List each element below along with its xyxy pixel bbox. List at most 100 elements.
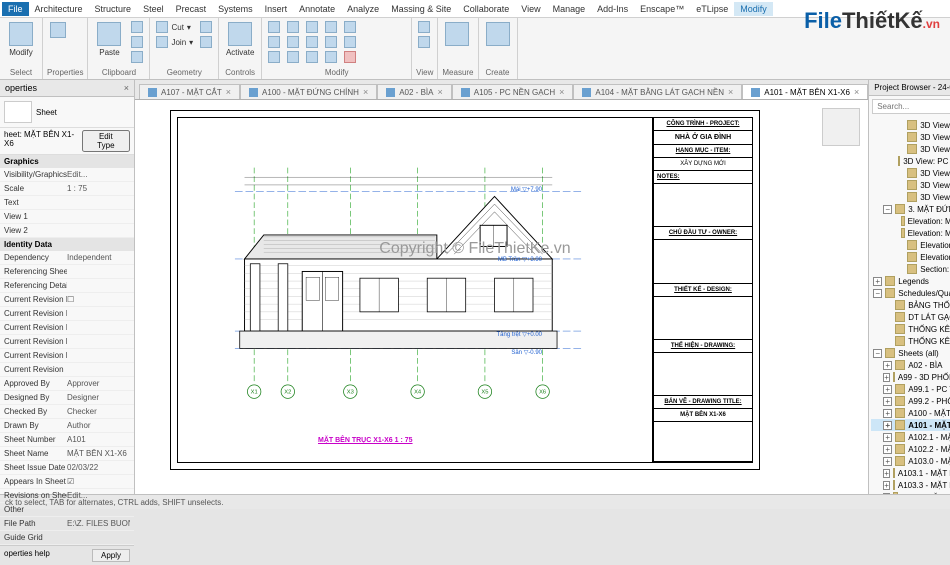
ribbon-tab-modify[interactable]: Modify bbox=[734, 2, 773, 16]
property-row[interactable]: Appears In Sheet List☑ bbox=[0, 475, 134, 489]
array-button[interactable] bbox=[304, 50, 320, 64]
paste-button[interactable]: Paste bbox=[92, 20, 126, 59]
expand-icon[interactable]: + bbox=[883, 421, 892, 430]
ribbon-tab-etlipse[interactable]: eTLipse bbox=[690, 2, 734, 16]
doc-tab[interactable]: A104 - MẶT BẰNG LÁT GẠCH NỀN× bbox=[573, 84, 742, 99]
property-row[interactable]: Approved ByApprover bbox=[0, 377, 134, 391]
apply-button[interactable]: Apply bbox=[92, 549, 130, 562]
doc-tab[interactable]: A101 - MẶT BÊN X1-X6× bbox=[742, 84, 868, 99]
edit-type-button[interactable]: Edit Type bbox=[82, 130, 130, 152]
close-icon[interactable]: × bbox=[437, 87, 442, 97]
expand-icon[interactable]: + bbox=[883, 385, 892, 394]
expand-icon[interactable]: + bbox=[883, 493, 890, 495]
ribbon-tab-addins[interactable]: Add-Ins bbox=[591, 2, 634, 16]
close-icon[interactable]: × bbox=[854, 87, 859, 97]
close-icon[interactable]: × bbox=[226, 87, 231, 97]
hide-button[interactable] bbox=[416, 20, 432, 34]
offset-button[interactable] bbox=[266, 35, 282, 49]
tree-item[interactable]: Elevation: MẶT ĐỨNG CHÍNH bbox=[871, 251, 950, 263]
tree-item[interactable]: 3D View: Walkthrough 1 bbox=[871, 191, 950, 203]
expand-icon[interactable]: + bbox=[873, 277, 882, 286]
property-row[interactable]: Referencing Detail bbox=[0, 279, 134, 293]
view-cube[interactable] bbox=[822, 108, 860, 146]
property-row[interactable]: Drawn ByAuthor bbox=[0, 419, 134, 433]
tree-item[interactable]: THỐNG KÊ CỬA ĐI bbox=[871, 335, 950, 347]
property-row[interactable]: Current Revision Issued By bbox=[0, 307, 134, 321]
ribbon-tab-file[interactable]: File bbox=[2, 2, 29, 16]
ribbon-tab-structure[interactable]: Structure bbox=[89, 2, 138, 16]
ribbon-tab-steel[interactable]: Steel bbox=[137, 2, 170, 16]
tree-item[interactable]: +A104 - MẶT BẰNG LÁT GẠCH NỀN bbox=[871, 491, 950, 494]
tree-item[interactable]: +A102.2 - MẶT SAU NHÀ bbox=[871, 443, 950, 455]
tree-item[interactable]: +A02 - BÌA bbox=[871, 359, 950, 371]
tree-item[interactable]: +A101 - MẶT BÊN X1-X6 bbox=[871, 419, 950, 431]
expand-icon[interactable]: + bbox=[883, 457, 892, 466]
tree-item[interactable]: Section: MẶT CẮT 1-1 bbox=[871, 263, 950, 275]
split-button[interactable] bbox=[198, 35, 214, 49]
isolate-button[interactable] bbox=[416, 35, 432, 49]
viewport[interactable]: X1X2X3 X4X5X6 bbox=[135, 100, 868, 494]
cope-button[interactable] bbox=[198, 20, 214, 34]
property-row[interactable]: Referencing Sheet bbox=[0, 265, 134, 279]
tree-item[interactable]: −3. MẶT ĐỨNG bbox=[871, 203, 950, 215]
tree-item[interactable]: THỐNG KÊ CỬA SỔ bbox=[871, 323, 950, 335]
cut-geom-button[interactable]: Cut ▾ bbox=[154, 20, 195, 34]
gt1-button[interactable] bbox=[342, 20, 358, 34]
property-row[interactable]: File PathE:\Z. FILES BUON BAN\NH... bbox=[0, 517, 134, 531]
match-button-sm[interactable] bbox=[129, 50, 145, 64]
expand-icon[interactable]: + bbox=[883, 397, 892, 406]
property-row[interactable]: Sheet NumberA101 bbox=[0, 433, 134, 447]
property-row[interactable]: Guide Grid bbox=[0, 531, 134, 545]
property-row[interactable]: View 2 bbox=[0, 224, 134, 238]
create-button[interactable] bbox=[483, 20, 513, 48]
close-icon[interactable]: × bbox=[559, 87, 564, 97]
close-icon[interactable]: × bbox=[124, 83, 129, 93]
property-row[interactable]: Current Revision bbox=[0, 363, 134, 377]
ribbon-tab-massingsite[interactable]: Massing & Site bbox=[385, 2, 457, 16]
join-button[interactable]: Join ▾ bbox=[154, 35, 195, 49]
tree-item[interactable]: 3D View: PC TỔNG THỂ bbox=[871, 179, 950, 191]
tree-item[interactable]: 3D View: 3D View Phòng ngủ bbox=[871, 143, 950, 155]
cut-button-sm[interactable] bbox=[129, 20, 145, 34]
tree-item[interactable]: +A102.1 - MẶT BÊN X6-X1 bbox=[871, 431, 950, 443]
tree-item[interactable]: −Sheets (all) bbox=[871, 347, 950, 359]
gt2-button[interactable] bbox=[342, 35, 358, 49]
ribbon-tab-analyze[interactable]: Analyze bbox=[341, 2, 385, 16]
doc-tab[interactable]: A100 - MẶT ĐỨNG CHÍNH× bbox=[240, 84, 377, 99]
expand-icon[interactable]: + bbox=[883, 373, 890, 382]
ribbon-tab-precast[interactable]: Precast bbox=[170, 2, 213, 16]
expand-icon[interactable]: + bbox=[883, 469, 890, 478]
rotate-button[interactable] bbox=[285, 50, 301, 64]
expand-icon[interactable]: − bbox=[873, 349, 882, 358]
expand-icon[interactable]: + bbox=[883, 445, 892, 454]
expand-icon[interactable]: + bbox=[883, 481, 890, 490]
property-row[interactable]: Scale1 : 75 bbox=[0, 182, 134, 196]
close-icon[interactable]: × bbox=[728, 87, 733, 97]
move-button[interactable] bbox=[285, 20, 301, 34]
trim-button[interactable] bbox=[304, 20, 320, 34]
property-row[interactable]: View 1 bbox=[0, 210, 134, 224]
tree-item[interactable]: +A99.2 - PHỐI CẢNH MẶT BẰNG bbox=[871, 395, 950, 407]
tree-item[interactable]: BẢNG THỐNG KÊ THÉP TỔNG bbox=[871, 299, 950, 311]
ribbon-tab-systems[interactable]: Systems bbox=[212, 2, 259, 16]
tree-item[interactable]: +A100 - MẶT ĐỨNG CHÍNH bbox=[871, 407, 950, 419]
tree-item[interactable]: 3D View: PC MẶT BẰNG bbox=[871, 167, 950, 179]
property-row[interactable]: Text bbox=[0, 196, 134, 210]
drawing-viewport[interactable]: X1X2X3 X4X5X6 bbox=[178, 118, 652, 462]
doc-tab[interactable]: A107 - MẶT CẮT× bbox=[139, 84, 240, 99]
tree-item[interactable]: 3D View: 3D PHỐI CẢNH 1 bbox=[871, 119, 950, 131]
property-row[interactable]: Sheet NameMẶT BÊN X1-X6 bbox=[0, 447, 134, 461]
tree-item[interactable]: +Legends bbox=[871, 275, 950, 287]
expand-icon[interactable]: − bbox=[873, 289, 882, 298]
property-row[interactable]: DependencyIndependent bbox=[0, 251, 134, 265]
tree-item[interactable]: 3D View: 3D View Nhà bếp bbox=[871, 131, 950, 143]
align-button[interactable] bbox=[266, 20, 282, 34]
expand-icon[interactable]: + bbox=[883, 409, 892, 418]
tree-item[interactable]: +A103.3 - MẶT BẰNG XÂY TƯỜNG TẦNG 1 bbox=[871, 479, 950, 491]
type-selector[interactable]: Sheet bbox=[0, 97, 134, 128]
pin-button[interactable] bbox=[323, 20, 339, 34]
doc-tab[interactable]: A02 - BÌA× bbox=[377, 84, 452, 99]
modify-button[interactable]: Modify bbox=[4, 20, 38, 59]
tree-item[interactable]: +A103.0 - MẶT BẰNG VẬT DỤNG bbox=[871, 455, 950, 467]
doc-tab[interactable]: A105 - PC NỀN GẠCH× bbox=[452, 84, 574, 99]
